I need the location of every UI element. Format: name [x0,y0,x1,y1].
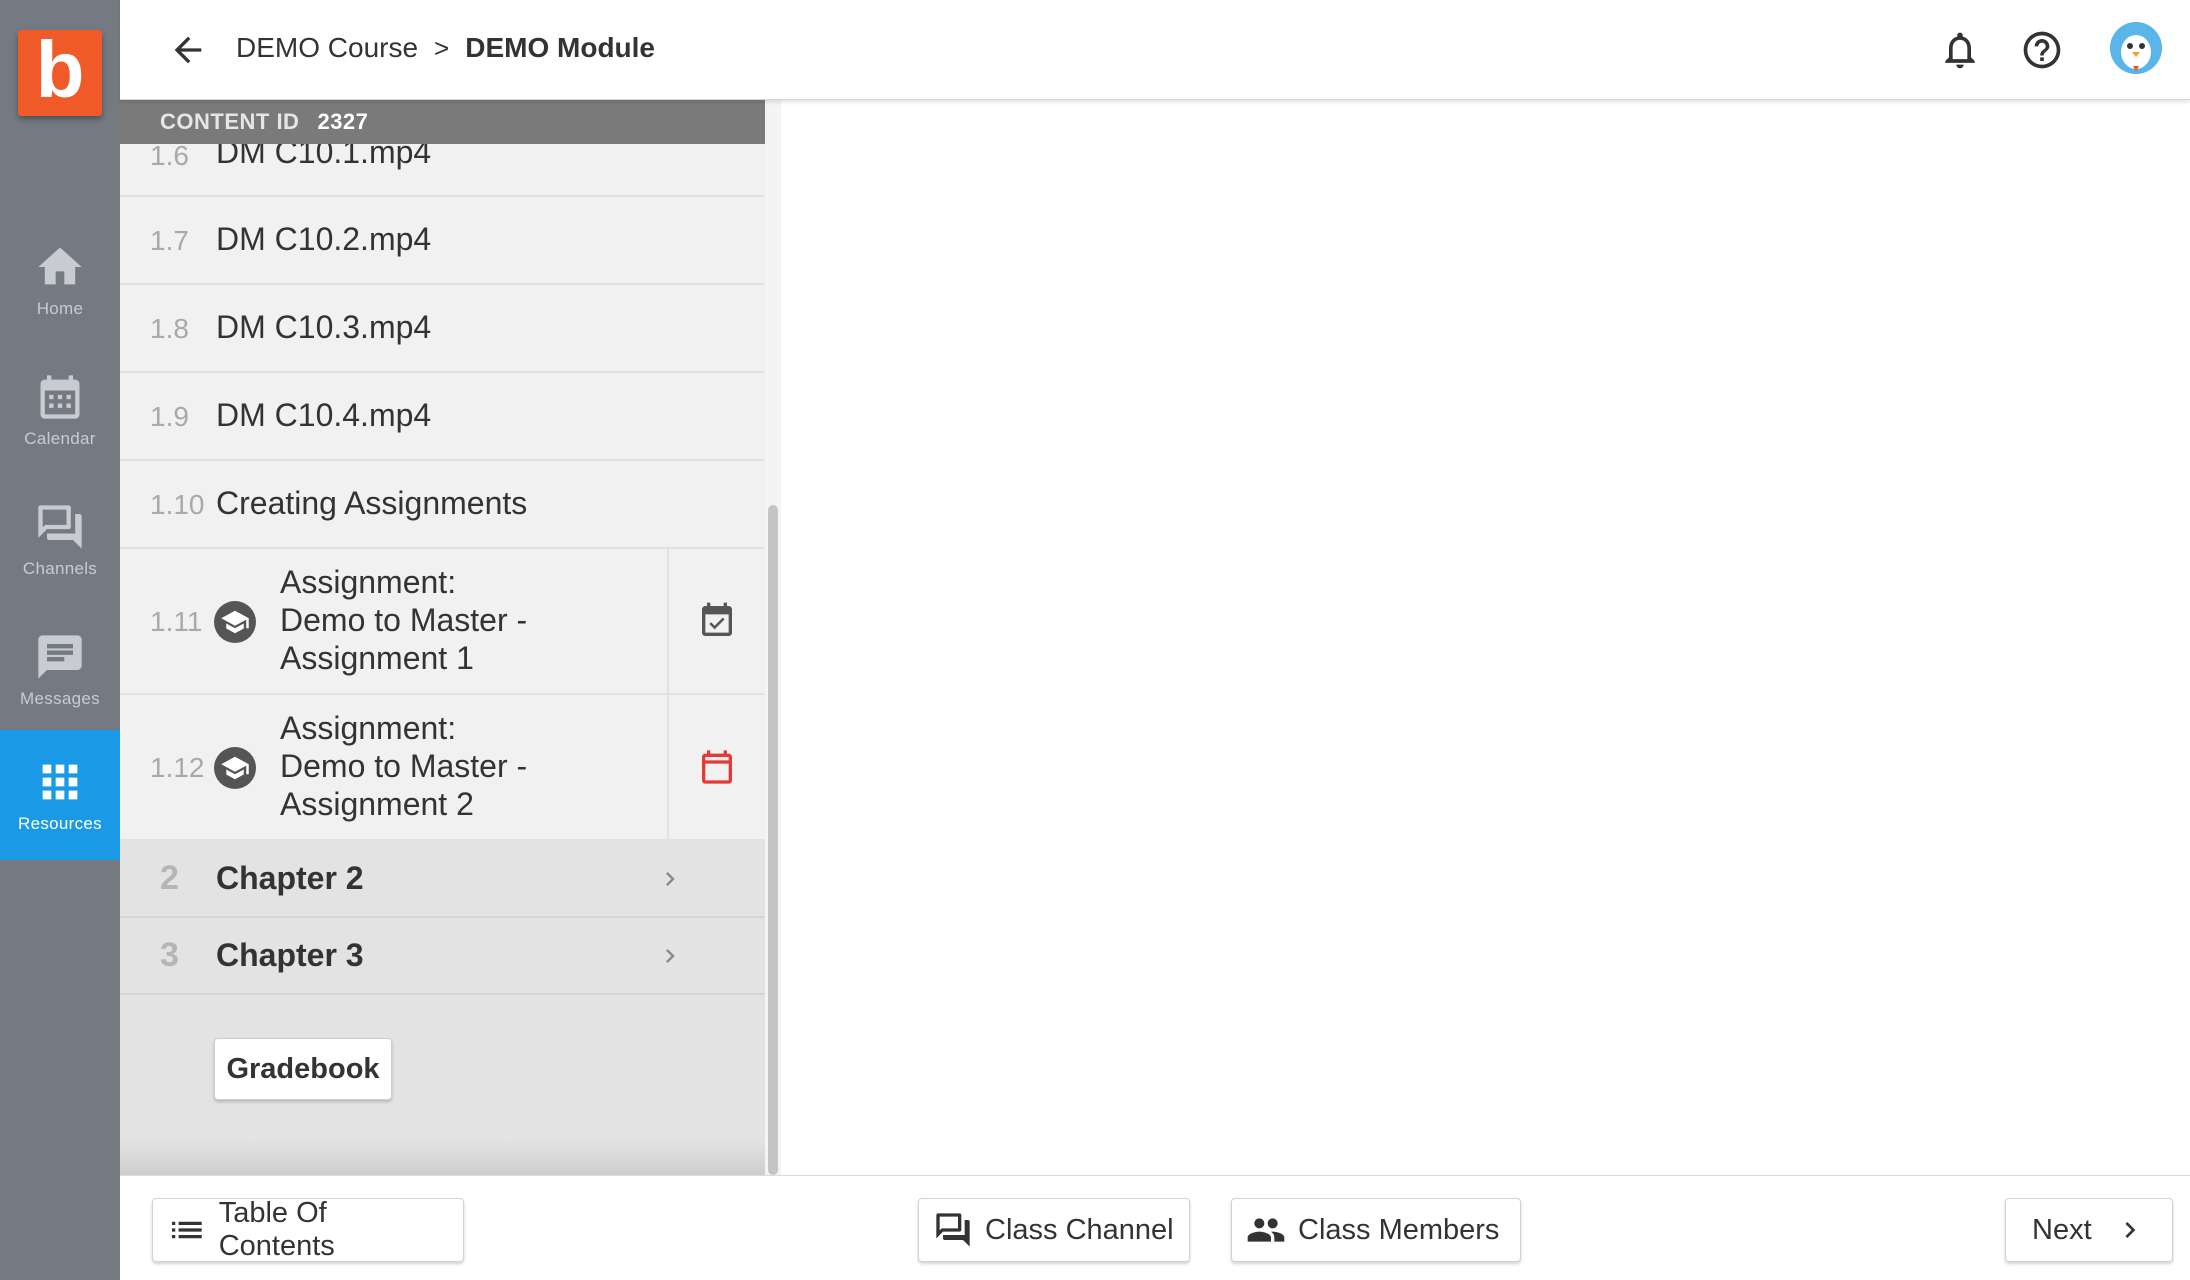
nav-label-messages: Messages [20,689,100,708]
channels-icon [936,1213,970,1247]
class-channel-button[interactable]: Class Channel [918,1198,1190,1262]
help-button[interactable] [2020,28,2064,72]
assignment-status[interactable] [667,695,765,839]
gradebook-button[interactable]: Gradebook [214,1038,392,1100]
toc-scrollbar-thumb[interactable] [768,505,778,1175]
table-of-contents-label: Table Of Contents [218,1197,335,1262]
toc-scrollbar[interactable] [765,100,781,1175]
class-members-label: Class Members [1298,1213,1500,1246]
list-icon [171,1221,202,1239]
notifications-button[interactable] [1938,28,1982,72]
content-id-value: 2327 [317,109,369,134]
channels-icon [38,505,82,549]
nav-item-resources[interactable]: Resources [0,730,120,860]
messages-icon [38,635,82,679]
toc-item-number: 1.10 [150,489,205,520]
toc-item-number: 1.6 [150,140,189,171]
avatar[interactable] [2110,22,2162,74]
breadcrumb-module: DEMO Module [465,32,655,63]
chapter-title: Chapter 3 [216,937,364,973]
left-nav: b Home Calendar Channels Messages Resour… [0,0,120,1280]
assignment-title-line1: Assignment: [280,710,457,746]
toc-item[interactable]: 1.8 DM C10.3.mp4 [120,285,765,373]
brand-logo[interactable]: b [18,30,102,116]
toc-item[interactable]: 1.7 DM C10.2.mp4 [120,197,765,285]
toc-item[interactable]: 1.10 Creating Assignments [120,461,765,549]
toc-item-title: Creating Assignments [216,485,528,521]
chevron-right-icon [656,865,684,893]
nav-label-calendar: Calendar [24,429,96,448]
nav-label-channels: Channels [22,559,98,578]
assignment-item[interactable]: 1.12 Assignment: Demo to Master - Assign… [120,695,765,841]
toc-item-title: DM C10.2.mp4 [216,221,432,257]
nav-item-calendar[interactable]: Calendar [0,345,120,475]
help-icon [2023,31,2061,69]
table-of-contents-button[interactable]: Table Of Contents [152,1197,464,1262]
people-icon [1247,1218,1285,1242]
breadcrumb-course[interactable]: DEMO Course [236,32,418,64]
chevron-right-icon [656,942,684,970]
avatar-penguin-icon [2110,22,2162,74]
chevron-right-icon [2125,1222,2135,1238]
back-button[interactable] [168,30,208,70]
next-label: Next [2032,1213,2092,1246]
logo-letter: b [35,25,85,114]
content-id-label: CONTENT ID [160,109,300,134]
toc-fade [120,1140,765,1175]
toc-item-title: DM C10.4.mp4 [216,397,432,433]
bell-icon [1945,32,1975,69]
toc-item-number: 1.8 [150,313,189,344]
nav-label-resources: Resources [18,814,102,833]
breadcrumb-separator: > [434,32,450,63]
chapter-number: 2 [160,859,179,897]
nav-label-home: Home [36,299,84,318]
assignment-title-line2: Demo to Master - [280,748,528,784]
toc-item-number: 1.11 [150,606,203,637]
chapter-row[interactable]: 2 Chapter 2 [120,841,765,918]
chapter-title: Chapter 2 [216,860,364,896]
assignment-title-line1: Assignment: [280,564,457,600]
toc-panel: CONTENT ID 2327 1.6 DM C10.1.mp4 1.7 DM … [120,100,765,1175]
assignment-title-line3: Assignment 1 [280,640,474,676]
nav-item-messages[interactable]: Messages [0,605,120,735]
toc-item[interactable]: 1.9 DM C10.4.mp4 [120,373,765,461]
breadcrumb: DEMO Course > DEMO Module [236,32,655,64]
content-id-header: CONTENT ID 2327 [120,100,765,144]
chapter-row[interactable]: 3 Chapter 3 [120,918,765,995]
chapter-number: 3 [160,936,179,974]
next-button[interactable]: Next [2005,1198,2173,1262]
home-icon [38,247,82,285]
toc-item-number: 1.7 [150,225,189,256]
calendar-icon [702,750,732,784]
nav-item-home[interactable]: Home [0,215,120,345]
apps-grid-icon [42,764,78,800]
assignment-graduation-cap-icon [214,601,256,643]
assignment-title-line2: Demo to Master - [280,602,528,638]
toc-item-number: 1.12 [150,752,205,783]
assignment-item[interactable]: 1.11 Assignment: Demo to Master - Assign… [120,549,765,695]
assignment-title: Assignment: Demo to Master - Assignment … [280,563,527,677]
toc-item-title: DM C10.3.mp4 [216,309,432,345]
class-channel-label: Class Channel [985,1213,1174,1246]
nav-item-channels[interactable]: Channels [0,475,120,605]
calendar-icon [40,375,80,419]
toc-item-number: 1.9 [150,401,189,432]
back-arrow-icon [174,36,202,64]
assignment-status[interactable] [667,549,765,693]
calendar-check-icon [702,602,732,636]
bottom-bar: Table Of Contents Class Channel Class Me… [120,1175,2190,1280]
assignment-graduation-cap-icon [214,747,256,789]
assignment-title: Assignment: Demo to Master - Assignment … [280,709,527,823]
top-bar: DEMO Course > DEMO Module [120,0,2190,100]
class-members-button[interactable]: Class Members [1231,1198,1521,1262]
assignment-title-line3: Assignment 2 [280,786,474,822]
